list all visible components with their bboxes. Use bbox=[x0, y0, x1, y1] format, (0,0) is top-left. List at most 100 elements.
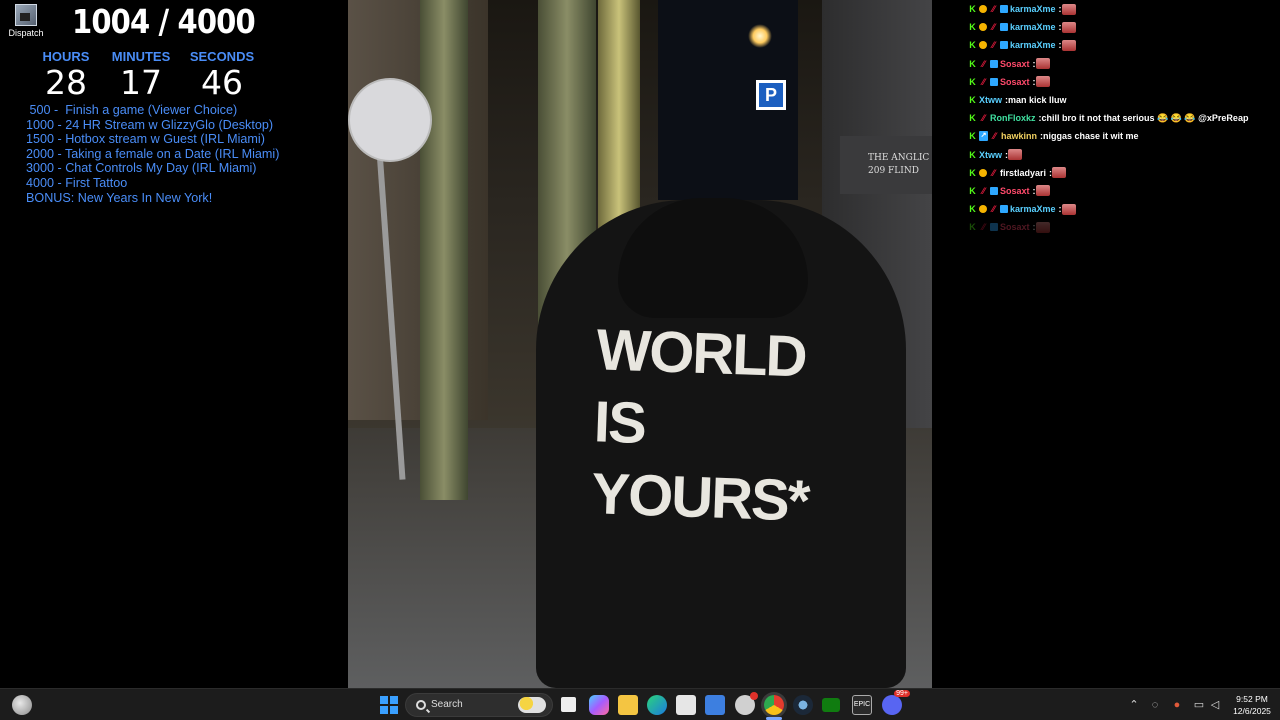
emote-icon bbox=[1035, 185, 1050, 197]
hours-timer: HOURS 28 bbox=[26, 49, 106, 102]
cube-badge-icon bbox=[990, 186, 998, 195]
chat-message: K ⁄⁄ karmaXme: bbox=[968, 18, 1278, 36]
chat-username[interactable]: Sosaxt bbox=[1000, 186, 1030, 196]
chat-username[interactable]: Xtww bbox=[979, 150, 1002, 160]
task-view-icon[interactable] bbox=[561, 697, 576, 712]
chat-message: K ⁄⁄ Sosaxt: bbox=[968, 182, 1278, 200]
cube-badge-icon bbox=[990, 59, 998, 68]
dispatch-desktop-icon[interactable]: Dispatch bbox=[6, 4, 46, 38]
xbox-app-icon[interactable] bbox=[822, 698, 840, 712]
epic-games-icon[interactable]: EPIC bbox=[852, 695, 872, 715]
slash-badge-icon: ⁄⁄ bbox=[991, 204, 995, 215]
kick-badge-icon: K bbox=[969, 222, 976, 233]
chat-username[interactable]: firstladyari bbox=[1000, 168, 1046, 178]
hoodie-print: WORLD IS YOURS* bbox=[590, 314, 814, 537]
cube-badge-icon bbox=[990, 77, 998, 86]
chat-username[interactable]: Sosaxt bbox=[1000, 77, 1030, 87]
slash-badge-icon: ⁄⁄ bbox=[991, 40, 995, 51]
chat-message: K ↗ ⁄⁄ hawkinn: niggas chase it wit me bbox=[968, 127, 1278, 145]
hours-label: HOURS bbox=[42, 49, 90, 64]
slash-badge-icon: ⁄⁄ bbox=[981, 58, 985, 69]
plaque-line: 209 FLIND bbox=[868, 166, 919, 176]
store-icon[interactable] bbox=[676, 695, 696, 715]
emote-icon bbox=[1035, 58, 1050, 70]
emote-icon bbox=[1008, 149, 1023, 161]
slash-badge-icon: ⁄⁄ bbox=[981, 113, 985, 124]
cube-badge-icon bbox=[1000, 205, 1008, 214]
steam-icon[interactable] bbox=[793, 695, 813, 715]
chat-message: K ⁄⁄ karmaXme: bbox=[968, 36, 1278, 54]
seconds-timer: SECONDS 46 bbox=[182, 49, 262, 102]
volume-icon[interactable]: ◁ bbox=[1208, 698, 1222, 712]
cube-badge-icon bbox=[1000, 41, 1008, 50]
milestone-item: 4000 - First Tattoo bbox=[26, 175, 128, 190]
edge-browser-icon[interactable] bbox=[647, 695, 667, 715]
discord-icon[interactable] bbox=[882, 690, 910, 715]
chat-username[interactable]: Xtww bbox=[979, 95, 1002, 105]
minutes-timer: MINUTES 17 bbox=[101, 49, 181, 102]
chat-text: niggas chase it wit me bbox=[1043, 131, 1139, 142]
milestone-item: 500 - Finish a game (Viewer Choice) bbox=[26, 103, 238, 117]
search-placeholder: Search bbox=[431, 699, 463, 710]
slash-badge-icon: ⁄⁄ bbox=[981, 76, 985, 87]
network-icon[interactable]: ▭ bbox=[1192, 698, 1206, 712]
kick-badge-icon: K bbox=[969, 131, 976, 142]
stream-video: P THE ANGLIC 209 FLIND WORLD IS YOURS* bbox=[348, 0, 932, 688]
emote-icon bbox=[1061, 3, 1076, 15]
milestone-list: 500 - Finish a game (Viewer Choice) 1000… bbox=[26, 103, 279, 205]
emote-icon bbox=[1061, 21, 1076, 33]
kick-badge-icon: K bbox=[969, 58, 976, 69]
copilot-icon[interactable] bbox=[589, 695, 609, 715]
chat-username[interactable]: Sosaxt bbox=[1000, 59, 1030, 69]
desktop-icon-label: Dispatch bbox=[8, 28, 44, 38]
kick-badge-icon: K bbox=[969, 185, 976, 196]
microphone-icon[interactable]: ● bbox=[1170, 698, 1184, 712]
slash-badge-icon: ⁄⁄ bbox=[981, 222, 985, 233]
cube-badge-icon bbox=[1000, 5, 1008, 14]
search-icon bbox=[416, 700, 426, 710]
mail-icon[interactable] bbox=[705, 695, 725, 715]
seconds-label: SECONDS bbox=[189, 49, 255, 64]
minutes-value: 17 bbox=[120, 63, 162, 102]
chat-username[interactable]: karmaXme bbox=[1010, 22, 1056, 32]
cube-badge-icon bbox=[1000, 23, 1008, 32]
chat-text: man kick lluw bbox=[1008, 95, 1067, 106]
chat-message: K ⁄⁄ karmaXme: bbox=[968, 0, 1278, 18]
chat-message: K ⁄⁄ firstladyari: bbox=[968, 164, 1278, 182]
slash-badge-icon: ⁄⁄ bbox=[991, 167, 995, 178]
kick-badge-icon: K bbox=[969, 22, 976, 33]
desktop: Dispatch 1004 / 4000 HOURS 28 MINUTES 17… bbox=[0, 0, 1280, 720]
sub-goal-counter: 1004 / 4000 bbox=[72, 2, 256, 41]
dispatch-app-icon bbox=[15, 4, 37, 26]
coin-badge-icon bbox=[979, 23, 987, 32]
chevron-up-icon[interactable]: ⌃ bbox=[1127, 698, 1141, 712]
start-button-icon[interactable] bbox=[380, 696, 398, 714]
clock-date: 12/6/2025 bbox=[1233, 706, 1271, 716]
arrow-badge-icon: ↗ bbox=[979, 131, 988, 142]
clock-app-icon[interactable] bbox=[735, 692, 758, 715]
chat-username[interactable]: karmaXme bbox=[1010, 204, 1056, 214]
chrome-icon[interactable] bbox=[764, 695, 784, 715]
chat-username[interactable]: karmaXme bbox=[1010, 40, 1056, 50]
round-street-sign bbox=[348, 78, 432, 162]
taskbar-search[interactable]: Search bbox=[405, 693, 553, 717]
street-light bbox=[748, 24, 772, 48]
chat-username[interactable]: hawkinn bbox=[1001, 131, 1037, 141]
slash-badge-icon: ⁄⁄ bbox=[991, 22, 995, 33]
chat-username[interactable]: RonFloxkz bbox=[990, 113, 1036, 123]
file-explorer-icon[interactable] bbox=[618, 695, 638, 715]
chat-message: K ⁄⁄ RonFloxkz: chill bro it not that seri… bbox=[968, 109, 1278, 127]
system-clock[interactable]: 9:52 PM 12/6/2025 bbox=[1226, 693, 1278, 717]
kick-badge-icon: K bbox=[969, 167, 976, 178]
weather-icon[interactable] bbox=[12, 695, 32, 715]
chat-username[interactable]: Sosaxt bbox=[1000, 222, 1030, 232]
coin-badge-icon bbox=[979, 205, 987, 214]
milestone-item: 3000 - Chat Controls My Day (IRL Miami) bbox=[26, 161, 257, 176]
kick-badge-icon: K bbox=[969, 40, 976, 51]
chat-message: K ⁄⁄ Sosaxt: bbox=[968, 218, 1278, 236]
chat-username[interactable]: karmaXme bbox=[1010, 4, 1056, 14]
coin-badge-icon bbox=[979, 41, 987, 50]
hidden-eye-icon[interactable]: ◌ bbox=[1148, 698, 1162, 712]
chat-panel: K ⁄⁄ karmaXme: K ⁄⁄ karmaXme: K ⁄⁄ karmaXme: K… bbox=[968, 0, 1278, 236]
slash-badge-icon: ⁄⁄ bbox=[992, 131, 996, 142]
